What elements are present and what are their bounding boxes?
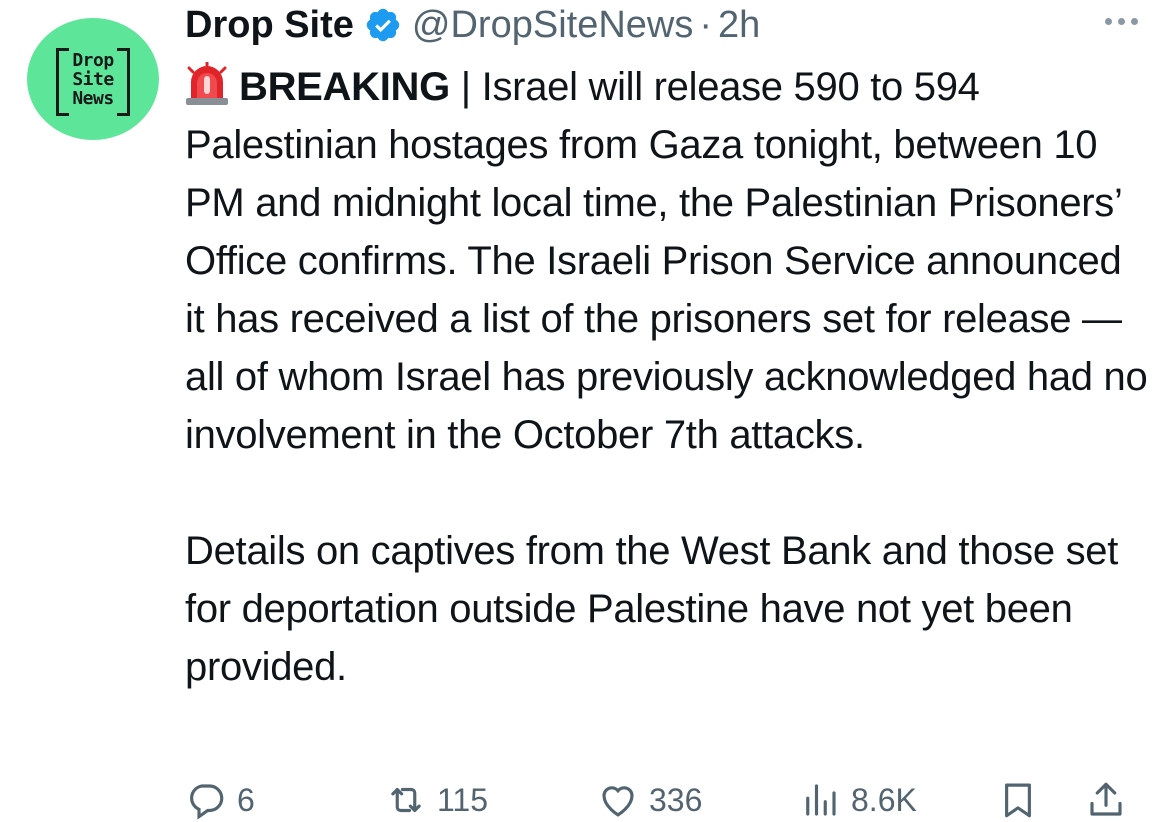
- views-chart-icon: [806, 784, 836, 816]
- views-count: 8.6K: [851, 781, 917, 818]
- retweet-count: 115: [437, 781, 489, 818]
- tweet-paragraph-2: Details on captives from the West Bank a…: [185, 529, 1119, 689]
- author-name[interactable]: Drop Site: [185, 4, 354, 47]
- reply-count: 6: [237, 781, 255, 818]
- bookmark-icon: [1005, 783, 1031, 818]
- bookmark-button[interactable]: [997, 779, 1039, 821]
- tweet-timestamp[interactable]: 2h: [718, 4, 760, 47]
- share-icon: [1090, 782, 1122, 816]
- drop-site-news-logo: Drop Site News: [56, 44, 130, 116]
- header-separator: ·: [699, 3, 712, 46]
- views-button[interactable]: 8.6K: [799, 779, 917, 821]
- like-button[interactable]: 336: [597, 779, 702, 821]
- tweet-paragraph-1: BREAKING | Israel will release 590 to 59…: [185, 58, 1150, 464]
- like-count: 336: [649, 781, 703, 818]
- author-handle[interactable]: @DropSiteNews: [412, 4, 693, 47]
- breaking-label: BREAKING: [239, 65, 450, 109]
- share-button[interactable]: [1085, 779, 1127, 821]
- tweet-text: BREAKING | Israel will release 590 to 59…: [185, 58, 1150, 696]
- more-horizontal-icon[interactable]: [1105, 18, 1138, 25]
- rotating-light-emoji: [186, 62, 228, 105]
- reply-icon: [190, 784, 224, 820]
- retweet-button[interactable]: 115: [385, 779, 488, 821]
- tweet-body: | Israel will release 590 to 594 Palesti…: [185, 65, 1148, 457]
- retweet-icon: [391, 787, 421, 813]
- heart-icon: [602, 786, 634, 817]
- tweet-actions: 6 115 336 8.6K: [185, 778, 1140, 822]
- avatar[interactable]: Drop Site News: [27, 18, 159, 140]
- tweet-header: Drop Site @DropSiteNews · 2h: [185, 0, 760, 50]
- reply-button[interactable]: 6: [185, 779, 255, 821]
- verified-badge-icon[interactable]: [364, 6, 402, 44]
